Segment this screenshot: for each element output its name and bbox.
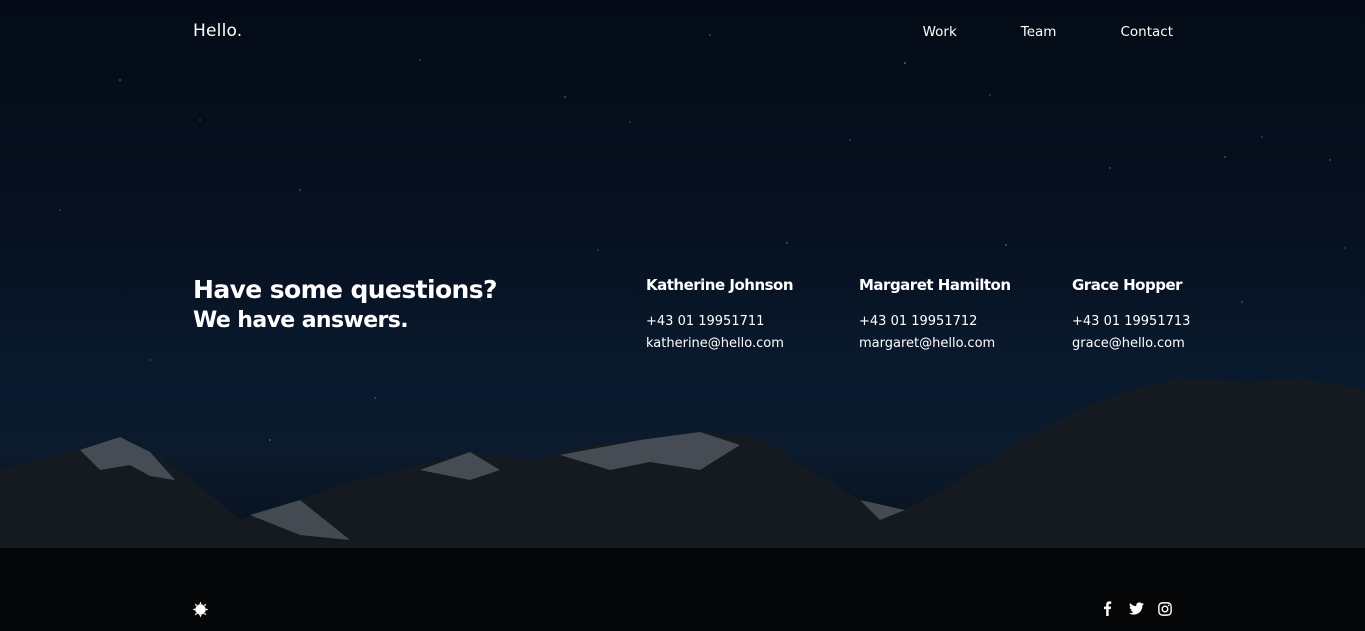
site-logo[interactable]: Hello. — [193, 21, 242, 41]
contact-email[interactable]: grace@hello.com — [1072, 336, 1185, 351]
twitter-icon[interactable] — [1129, 601, 1144, 616]
facebook-icon[interactable] — [1100, 601, 1115, 616]
hero-title: Have some questions? — [193, 275, 498, 304]
hero-headline: Have some questions? We have answers. — [193, 274, 498, 336]
page: Hello. Work Team Contact Have some quest… — [0, 0, 1365, 631]
social-links — [1100, 601, 1173, 616]
contact-email[interactable]: katherine@hello.com — [646, 336, 784, 351]
contact-phone[interactable]: +43 01 19951711 — [646, 314, 764, 329]
nav-work[interactable]: Work — [923, 24, 957, 40]
contact-card-grace: Grace Hopper +43 01 19951713 grace@hello… — [1072, 276, 1190, 355]
main-nav: Work Team Contact — [923, 24, 1173, 40]
sun-badge-icon[interactable] — [192, 601, 209, 618]
nav-contact[interactable]: Contact — [1120, 24, 1173, 40]
contact-card-katherine: Katherine Johnson +43 01 19951711 kather… — [646, 276, 794, 355]
hero-subtitle: We have answers. — [193, 308, 409, 333]
instagram-icon[interactable] — [1158, 601, 1173, 616]
stars — [59, 34, 1346, 441]
contact-card-margaret: Margaret Hamilton +43 01 19951712 margar… — [859, 276, 1011, 355]
contact-name: Grace Hopper — [1072, 276, 1183, 294]
contact-email[interactable]: margaret@hello.com — [859, 336, 995, 351]
nav-team[interactable]: Team — [1021, 24, 1057, 40]
contact-phone[interactable]: +43 01 19951713 — [1072, 314, 1190, 329]
contact-phone[interactable]: +43 01 19951712 — [859, 314, 977, 329]
contact-name: Margaret Hamilton — [859, 276, 1011, 294]
contact-name: Katherine Johnson — [646, 276, 794, 294]
